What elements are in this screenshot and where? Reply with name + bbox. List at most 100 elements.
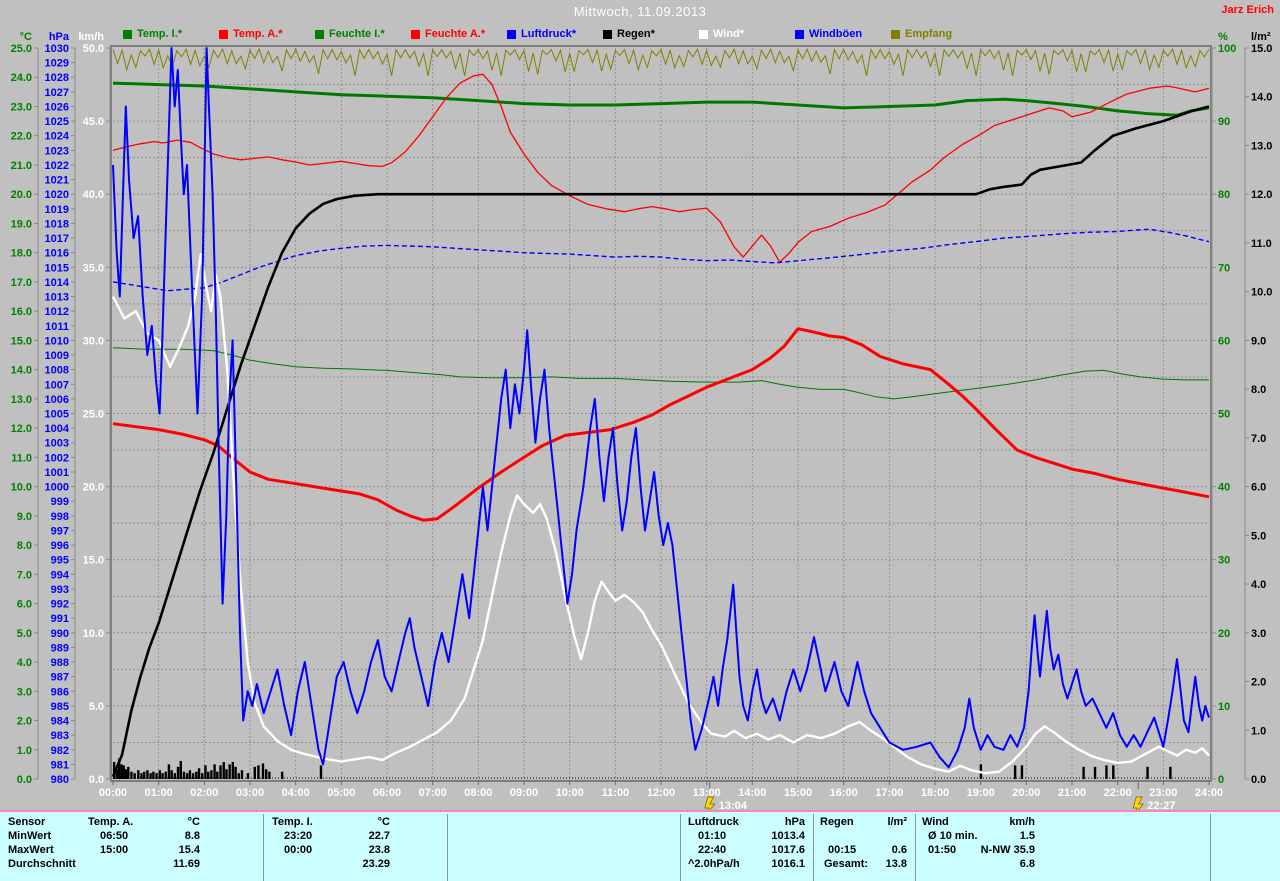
svg-text:982: 982 (51, 745, 69, 757)
temp-a-unit: °C (187, 816, 200, 828)
svg-text:1025: 1025 (45, 116, 69, 128)
svg-text:1.0: 1.0 (1251, 725, 1266, 737)
svg-text:12.0: 12.0 (1251, 189, 1272, 201)
svg-text:1028: 1028 (45, 72, 69, 84)
wind-unit: km/h (1009, 816, 1035, 828)
luftdruck-max-time: 22:40 (698, 844, 727, 856)
svg-text:1027: 1027 (45, 87, 69, 99)
table-divider (447, 814, 448, 881)
svg-text:9.0: 9.0 (17, 511, 32, 523)
svg-text:990: 990 (51, 628, 69, 640)
rain-bar (246, 773, 250, 779)
svg-text:5.0: 5.0 (17, 628, 32, 640)
luftdruck-min-time: 01:10 (698, 830, 727, 842)
svg-text:45.0: 45.0 (83, 116, 104, 128)
svg-text:19.0: 19.0 (11, 218, 32, 230)
svg-text:1024: 1024 (45, 131, 70, 143)
row-label-sensor: Sensor (8, 816, 46, 828)
svg-text:1023: 1023 (45, 145, 69, 157)
time-label: 05:00 (327, 787, 355, 799)
temp-a-min-time: 06:50 (100, 830, 129, 842)
svg-text:1.0: 1.0 (17, 745, 32, 757)
time-label: 19:00 (967, 787, 995, 799)
svg-text:2.0: 2.0 (1251, 677, 1266, 689)
row-label-durchschnitt: Durchschnitt (8, 858, 76, 870)
axis-unit-kmh: km/h (78, 31, 104, 43)
svg-text:3.0: 3.0 (1251, 628, 1266, 640)
svg-text:50: 50 (1218, 409, 1230, 421)
svg-text:15.0: 15.0 (1251, 43, 1272, 55)
rain-bar (120, 764, 123, 779)
temp-i-header: Temp. I. (272, 816, 313, 828)
rain-bar (210, 770, 213, 779)
svg-text:25.0: 25.0 (83, 409, 104, 421)
svg-text:22.0: 22.0 (11, 131, 32, 143)
rain-bar (191, 773, 195, 779)
time-label: 22:00 (1104, 787, 1132, 799)
weather-chart: °C 0.0 1.0 2.0 3.0 4.0 5.0 6.0 7.0 8.0 9.0 10.0 11.0… (11, 31, 1272, 816)
rain-bar (268, 771, 271, 779)
rain-bar (1082, 766, 1085, 779)
rain-bar (201, 773, 204, 779)
time-label: 12:00 (647, 787, 675, 799)
rain-bar (1112, 765, 1115, 779)
svg-text:5.0: 5.0 (89, 701, 104, 713)
rain-bar (206, 771, 210, 779)
svg-text:980: 980 (51, 774, 69, 786)
rain-bar (204, 765, 207, 779)
luftdruck-min: 1013.4 (771, 830, 805, 842)
series-temp-i (112, 81, 1210, 117)
svg-text:24.0: 24.0 (11, 72, 32, 84)
rain-bar (164, 771, 167, 779)
temp-a-header: Temp. A. (88, 816, 134, 828)
svg-text:7.0: 7.0 (17, 569, 32, 581)
wind-avg10-label: Ø 10 min. (928, 830, 978, 842)
svg-text:1011: 1011 (45, 321, 69, 333)
svg-text:989: 989 (51, 642, 69, 654)
svg-text:0.0: 0.0 (1251, 774, 1266, 786)
temp-i-avg: 23.29 (362, 858, 390, 870)
time-label: 15:00 (784, 787, 812, 799)
axis-unit-hPa: hPa (49, 31, 70, 43)
svg-text:6.0: 6.0 (1251, 482, 1266, 494)
svg-text:8.0: 8.0 (1251, 384, 1266, 396)
rain-bar (240, 770, 244, 779)
time-label: 02:00 (190, 787, 218, 799)
time-label: 14:00 (738, 787, 766, 799)
time-label: 23:00 (1149, 787, 1177, 799)
temp-a-max-time: 15:00 (100, 844, 129, 856)
rain-bar (161, 773, 164, 779)
svg-text:1022: 1022 (45, 160, 69, 172)
svg-text:23.0: 23.0 (11, 101, 32, 113)
svg-text:70: 70 (1218, 262, 1230, 274)
rain-bar (1020, 765, 1024, 779)
table-divider (813, 814, 814, 881)
rain-bar (143, 771, 146, 779)
svg-text:993: 993 (51, 584, 69, 596)
svg-text:15.0: 15.0 (11, 335, 32, 347)
luftdruck-current: 1016.1 (771, 858, 805, 870)
weather-app-window: Mittwoch, 11.09.2013 Jarz Erich Temp. I.… (0, 0, 1280, 881)
table-divider (1210, 814, 1211, 881)
rain-bar (167, 764, 171, 779)
series-windb-en (112, 47, 1210, 769)
rain-bar (124, 769, 128, 779)
svg-text:15.0: 15.0 (83, 555, 104, 567)
svg-text:30: 30 (1218, 555, 1230, 567)
temp-i-max-time: 00:00 (284, 844, 313, 856)
svg-text:1018: 1018 (45, 218, 69, 230)
rain-bar (130, 771, 133, 779)
rain-bar (237, 773, 240, 779)
svg-text:12.0: 12.0 (11, 423, 32, 435)
svg-text:8.0: 8.0 (17, 540, 32, 552)
svg-text:988: 988 (51, 657, 69, 669)
svg-text:985: 985 (51, 701, 69, 713)
svg-text:50.0: 50.0 (83, 43, 104, 55)
svg-text:1010: 1010 (45, 335, 69, 347)
svg-text:17.0: 17.0 (11, 277, 32, 289)
svg-text:981: 981 (51, 759, 69, 771)
temp-i-min: 22.7 (368, 830, 390, 842)
rain-bar (158, 770, 161, 779)
rain-bar (228, 764, 231, 779)
rain-bar (137, 770, 140, 779)
